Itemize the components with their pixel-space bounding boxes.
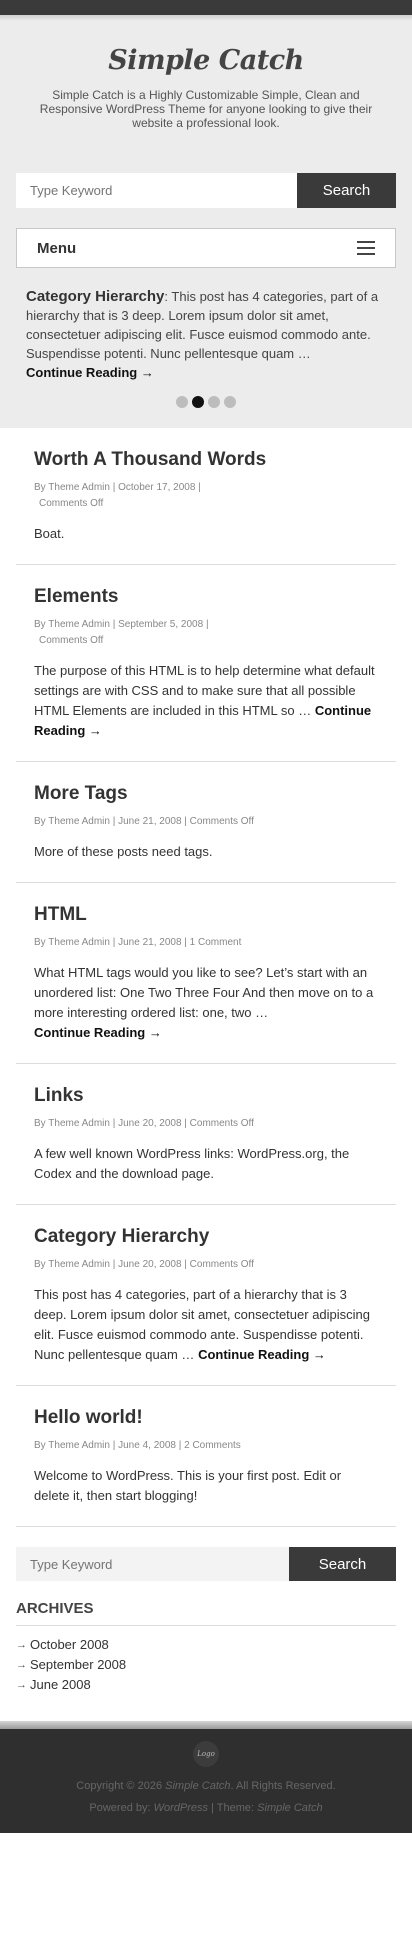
post-meta: By Theme Admin | September 5, 2008 | Com… [34, 617, 378, 649]
post-comments[interactable]: Comments Off [34, 633, 378, 649]
post-excerpt: Boat. [34, 524, 378, 544]
slider-dot-3[interactable] [208, 396, 220, 408]
sidebar-search-button[interactable]: Search [289, 1547, 396, 1581]
slide-continue-reading[interactable]: Continue Reading → [26, 363, 386, 382]
post-title[interactable]: Links [34, 1084, 378, 1108]
post-excerpt-text: Boat. [34, 526, 65, 541]
search-button[interactable]: Search [297, 173, 396, 208]
post-excerpt: A few well known WordPress links: WordPr… [34, 1144, 378, 1184]
post-meta: By Theme Admin | June 20, 2008 | Comment… [34, 1257, 378, 1273]
archive-item-label[interactable]: October 2008 [30, 1635, 109, 1655]
post-excerpt: Welcome to WordPress. This is your first… [34, 1466, 378, 1506]
post-excerpt-text: What HTML tags would you like to see? Le… [34, 965, 374, 1020]
post-meta-line[interactable]: By Theme Admin | October 17, 2008 | [34, 480, 378, 496]
archive-item[interactable]: → October 2008 [16, 1635, 396, 1655]
post-item: Hello world! By Theme Admin | June 4, 20… [16, 1386, 396, 1527]
post-meta-line[interactable]: By Theme Admin | June 21, 2008 | Comment… [34, 814, 378, 830]
post-meta-line[interactable]: By Theme Admin | June 20, 2008 | Comment… [34, 1116, 378, 1132]
site-description: Simple Catch is a Highly Customizable Si… [39, 88, 373, 130]
sidebar-search-input[interactable] [16, 1547, 289, 1581]
sidebar-search: Search [16, 1547, 396, 1581]
featured-slide: Category Hierarchy: This post has 4 cate… [16, 268, 396, 382]
post-title[interactable]: HTML [34, 903, 378, 927]
site-footer: Logo Copyright © 2026 Simple Catch. All … [0, 1729, 412, 1833]
footer-gap [0, 1695, 412, 1721]
post-meta-line[interactable]: By Theme Admin | June 20, 2008 | Comment… [34, 1257, 378, 1273]
slide-title[interactable]: Category Hierarchy [26, 288, 164, 305]
archive-item-label[interactable]: June 2008 [30, 1675, 91, 1695]
wordpress-link[interactable]: WordPress [154, 1802, 208, 1814]
site-title[interactable]: Simple Catch [16, 21, 396, 76]
theme-label: | Theme: [211, 1802, 255, 1814]
post-meta-line[interactable]: By Theme Admin | June 21, 2008 | 1 Comme… [34, 935, 378, 951]
post-excerpt-text: More of these posts need tags. [34, 844, 213, 859]
copyright-text: Copyright © 2026 [76, 1780, 163, 1792]
menu-label: Menu [37, 239, 77, 257]
post-item: Elements By Theme Admin | September 5, 2… [16, 565, 396, 762]
archives-list: → October 2008 → September 2008 → June 2008 [16, 1635, 396, 1695]
footer-copyright: Copyright © 2026 Simple Catch. All Right… [0, 1779, 412, 1793]
slider-dot-2[interactable] [192, 396, 204, 408]
hamburger-icon[interactable] [357, 241, 375, 255]
post-title[interactable]: Worth A Thousand Words [34, 448, 378, 472]
theme-link[interactable]: Simple Catch [257, 1802, 322, 1814]
post-title[interactable]: Elements [34, 585, 378, 609]
post-comments[interactable]: Comments Off [34, 496, 378, 512]
post-excerpt: The purpose of this HTML is to help dete… [34, 661, 378, 741]
post-meta: By Theme Admin | June 21, 2008 | Comment… [34, 814, 378, 830]
slider-dot-1[interactable] [176, 396, 188, 408]
arrow-right-icon: → [16, 1639, 27, 1651]
arrow-right-icon: → [16, 1659, 27, 1671]
copyright-suffix: . All Rights Reserved. [230, 1780, 336, 1792]
post-list: Worth A Thousand Words By Theme Admin | … [0, 428, 412, 1527]
post-excerpt: This post has 4 categories, part of a hi… [34, 1285, 378, 1365]
post-item: More Tags By Theme Admin | June 21, 2008… [16, 762, 396, 883]
post-meta: By Theme Admin | June 4, 2008 | 2 Commen… [34, 1438, 378, 1454]
post-excerpt-text: Welcome to WordPress. This is your first… [34, 1468, 342, 1503]
slider-dot-4[interactable] [224, 396, 236, 408]
post-excerpt-text: A few well known WordPress links: WordPr… [34, 1146, 350, 1181]
post-meta-line[interactable]: By Theme Admin | September 5, 2008 | [34, 617, 378, 633]
arrow-right-icon: → [16, 1679, 27, 1691]
archive-item[interactable]: → June 2008 [16, 1675, 396, 1695]
menu-bar[interactable]: Menu [16, 228, 396, 268]
post-item: Worth A Thousand Words By Theme Admin | … [16, 428, 396, 565]
top-bar [0, 0, 412, 15]
archives-widget: ARCHIVES → October 2008 → September 2008 →… [0, 1581, 412, 1695]
post-excerpt: More of these posts need tags. [34, 842, 378, 862]
post-meta-line[interactable]: By Theme Admin | June 4, 2008 | 2 Commen… [34, 1438, 378, 1454]
post-item: Links By Theme Admin | June 20, 2008 | C… [16, 1064, 396, 1205]
site-header: Simple Catch Simple Catch is a Highly Cu… [0, 21, 412, 428]
footer-shade [0, 1721, 412, 1729]
post-item: HTML By Theme Admin | June 21, 2008 | 1 … [16, 883, 396, 1064]
archives-title: ARCHIVES [16, 1600, 396, 1626]
post-continue-reading[interactable]: Continue Reading → [198, 1347, 326, 1362]
archive-item[interactable]: → September 2008 [16, 1655, 396, 1675]
header-search: Search [16, 173, 396, 208]
post-meta: By Theme Admin | June 21, 2008 | 1 Comme… [34, 935, 378, 951]
copyright-site-link[interactable]: Simple Catch [165, 1780, 230, 1792]
post-meta: By Theme Admin | October 17, 2008 | Comm… [34, 480, 378, 512]
search-input[interactable] [16, 173, 297, 208]
post-title[interactable]: Hello world! [34, 1406, 378, 1430]
archive-item-label[interactable]: September 2008 [30, 1655, 126, 1675]
post-excerpt: What HTML tags would you like to see? Le… [34, 963, 378, 1043]
post-item: Category Hierarchy By Theme Admin | June… [16, 1205, 396, 1386]
powered-by-label: Powered by: [89, 1802, 151, 1814]
post-meta: By Theme Admin | June 20, 2008 | Comment… [34, 1116, 378, 1132]
slider-dots [16, 396, 396, 408]
post-continue-reading[interactable]: Continue Reading → [34, 1025, 162, 1040]
post-title[interactable]: More Tags [34, 782, 378, 806]
post-title[interactable]: Category Hierarchy [34, 1225, 378, 1249]
footer-logo[interactable]: Logo [193, 1741, 219, 1767]
footer-credits: Powered by: WordPress | Theme: Simple Ca… [0, 1801, 412, 1815]
